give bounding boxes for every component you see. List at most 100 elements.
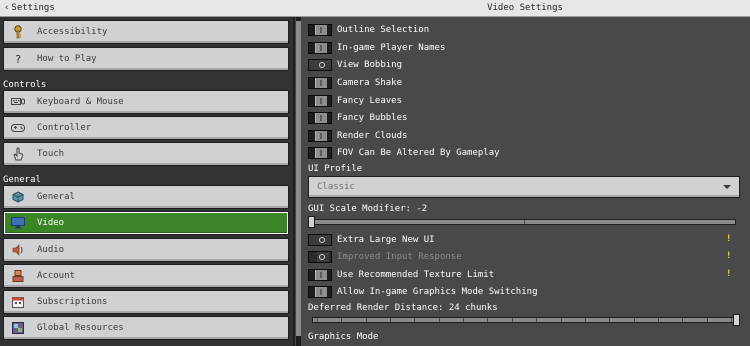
touch-icon [11, 147, 25, 161]
slider-tick [438, 318, 440, 322]
key-icon [11, 25, 25, 39]
toggle-switch[interactable] [308, 234, 332, 246]
slider-tick [341, 318, 343, 322]
render-distance-slider[interactable] [308, 314, 740, 326]
toggle-switch[interactable] [308, 286, 332, 298]
slider-tick [487, 318, 489, 322]
sidebar-item-global-resources[interactable]: Global Resources [3, 316, 289, 340]
sidebar-item-how-to-play[interactable]: ? How to Play [3, 47, 289, 71]
sidebar: Accessibility ? How to Play Controls Key… [0, 17, 293, 346]
toggle-label: Fancy Bubbles [337, 113, 408, 123]
slider-tick [657, 318, 659, 322]
toggle-switch[interactable] [308, 59, 332, 71]
sidebar-item-label: General [37, 192, 75, 202]
slider-tick [511, 318, 513, 322]
toggle-switch[interactable] [308, 147, 332, 159]
slider-tick [633, 318, 635, 322]
top-bar: ‹ Settings Video Settings [0, 0, 750, 17]
account-icon [11, 269, 25, 283]
gui-scale-slider[interactable] [308, 216, 740, 228]
slider-tick [731, 318, 732, 322]
graphics-mode-label: Graphics Mode [308, 332, 379, 342]
sidebar-divider [293, 17, 295, 346]
sidebar-item-label: Keyboard & Mouse [37, 97, 124, 107]
toggle-switch[interactable] [308, 77, 332, 89]
sidebar-item-label: Audio [37, 245, 65, 255]
slider-thumb[interactable] [308, 216, 315, 228]
slider-tick [390, 318, 392, 322]
slider-thumb[interactable] [733, 314, 740, 326]
sidebar-item-label: Global Resources [37, 323, 124, 333]
toggle-switch[interactable] [308, 95, 332, 107]
scrollbar-thumb[interactable] [296, 21, 301, 336]
calendar-icon [11, 295, 25, 309]
slider-tick [560, 318, 562, 322]
info-icon[interactable]: ! [726, 252, 733, 261]
sidebar-item-label: Video [37, 218, 65, 228]
toggle-label: Render Clouds [337, 131, 408, 141]
sidebar-item-account[interactable]: Account [3, 264, 289, 288]
ui-profile-label: UI Profile [308, 164, 363, 174]
sidebar-item-audio[interactable]: Audio [3, 238, 289, 262]
info-icon[interactable]: ! [726, 235, 733, 244]
sidebar-item-label: Controller [37, 123, 92, 133]
video-settings-panel: Outline Selection In-game Player Names V… [303, 17, 750, 346]
slider-tick [414, 318, 416, 322]
section-header-general: General [3, 175, 41, 185]
toggle-switch[interactable] [308, 269, 332, 281]
speaker-icon [11, 243, 25, 257]
toggle-switch[interactable] [308, 24, 332, 36]
toggle-label: Use Recommended Texture Limit [337, 270, 495, 280]
sidebar-item-label: Account [37, 271, 75, 281]
sidebar-item-label: Subscriptions [37, 297, 108, 307]
sidebar-item-video[interactable]: Video [3, 211, 289, 235]
toggle-label: FOV Can Be Altered By Gameplay [337, 148, 500, 158]
sidebar-item-label: Touch [37, 149, 65, 159]
sidebar-item-keyboard-mouse[interactable]: Keyboard & Mouse [3, 90, 289, 114]
slider-tick [609, 318, 611, 322]
slider-tick [317, 318, 318, 322]
ui-profile-value: Classic [317, 182, 355, 192]
ui-profile-dropdown[interactable]: Classic [308, 176, 740, 198]
render-distance-label: Deferred Render Distance: 24 chunks [308, 303, 498, 313]
section-header-controls: Controls [3, 80, 47, 90]
slider-tick [706, 318, 708, 322]
monitor-icon [11, 216, 25, 230]
sidebar-item-general[interactable]: General [3, 185, 289, 209]
sidebar-item-accessibility[interactable]: Accessibility [3, 20, 289, 44]
gui-scale-label: GUI Scale Modifier: -2 [308, 204, 428, 214]
toggle-label: Camera Shake [337, 78, 403, 88]
slider-tick [524, 220, 525, 224]
toggle-label: In-game Player Names [337, 43, 446, 53]
keyboard-icon [11, 95, 25, 109]
slider-tick [365, 318, 367, 322]
sidebar-item-controller[interactable]: Controller [3, 116, 289, 140]
slider-track [312, 317, 736, 323]
slider-tick [584, 318, 586, 322]
page-title: Video Settings [487, 3, 563, 13]
sidebar-item-label: How to Play [37, 54, 97, 64]
sidebar-item-label: Accessibility [37, 27, 108, 37]
scrollbar[interactable] [296, 17, 301, 346]
slider-tick [682, 318, 684, 322]
resource-pack-icon [11, 321, 25, 335]
toggle-switch[interactable] [308, 42, 332, 54]
slider-tick [536, 318, 538, 322]
cube-icon [11, 190, 25, 204]
gamepad-icon [11, 121, 25, 135]
info-icon[interactable]: ! [726, 270, 733, 279]
question-icon: ? [14, 52, 22, 66]
toggle-switch[interactable] [308, 130, 332, 142]
toggle-label: Extra Large New UI [337, 235, 435, 245]
toggle-label: Fancy Leaves [337, 96, 403, 106]
toggle-label: Outline Selection [337, 25, 430, 35]
toggle-label: View Bobbing [337, 60, 403, 70]
sidebar-item-subscriptions[interactable]: Subscriptions [3, 290, 289, 314]
chevron-down-icon [723, 185, 731, 189]
toggle-switch [308, 251, 332, 263]
toggle-label: Improved Input Response [337, 252, 462, 262]
toggle-switch[interactable] [308, 112, 332, 124]
slider-tick [463, 318, 465, 322]
sidebar-item-touch[interactable]: Touch [3, 142, 289, 166]
toggle-label: Allow In-game Graphics Mode Switching [337, 287, 538, 297]
